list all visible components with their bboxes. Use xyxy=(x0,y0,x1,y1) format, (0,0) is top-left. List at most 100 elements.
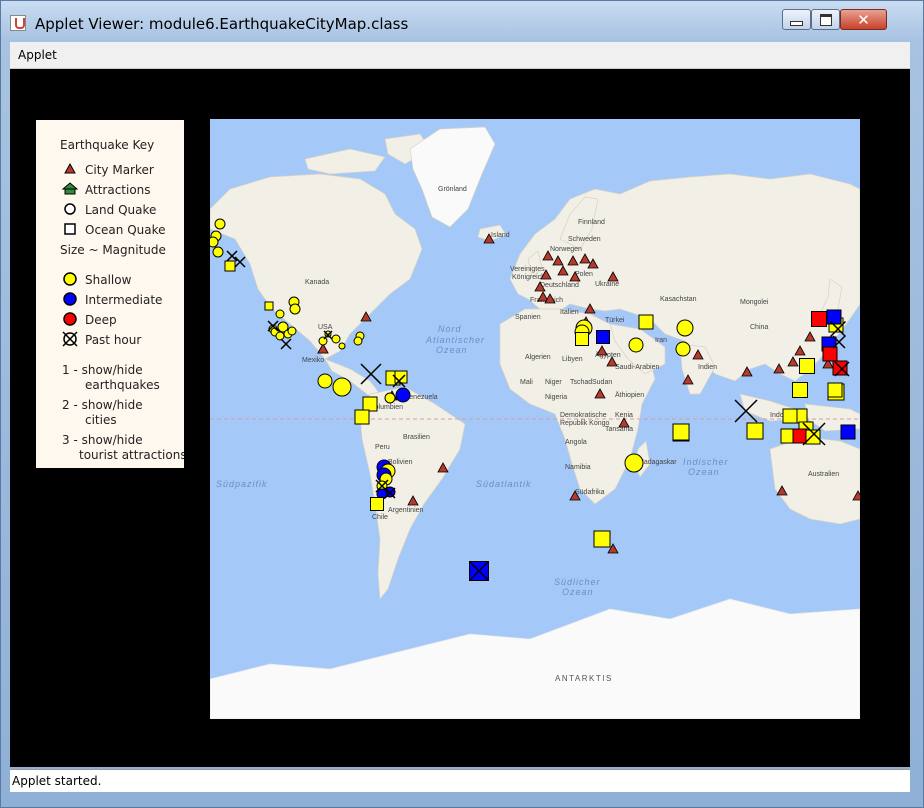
label-sudlicher-a: Südlicher xyxy=(554,577,601,587)
land-quake-marker[interactable] xyxy=(384,392,396,404)
land-quake-marker[interactable] xyxy=(275,309,285,319)
label-australien: Australien xyxy=(808,471,839,478)
maximize-button[interactable] xyxy=(811,9,840,30)
ocean-quake-marker[interactable] xyxy=(354,409,370,425)
ocean-quake-marker[interactable] xyxy=(792,382,808,398)
label-indien: Indien xyxy=(698,364,717,371)
legend-city-marker: City Marker xyxy=(85,163,154,177)
land-quake-marker[interactable] xyxy=(287,326,297,336)
label-sudan: Sudan xyxy=(592,379,612,386)
close-icon: ✕ xyxy=(857,10,870,29)
land-quake-marker[interactable] xyxy=(628,337,644,353)
label-drk-b: Republik Kongo xyxy=(560,420,610,427)
legend-key3: 3 - show/hide xyxy=(62,433,143,447)
world-map[interactable]: Grönland Island Schweden Finnland Norweg… xyxy=(210,119,860,719)
ocean-quake-marker[interactable] xyxy=(575,332,589,346)
ocean-quake-marker[interactable] xyxy=(362,396,378,412)
ocean-quake-marker[interactable] xyxy=(394,370,408,384)
ocean-quake-marker[interactable] xyxy=(826,309,842,325)
label-sudafrika: Südafrika xyxy=(575,489,605,496)
ocean-quake-marker[interactable] xyxy=(638,314,654,330)
ocean-quake-marker[interactable] xyxy=(224,260,236,272)
maximize-icon xyxy=(819,13,832,26)
land-quake-marker[interactable] xyxy=(331,334,341,344)
label-china: China xyxy=(750,324,768,331)
land-quake-marker[interactable] xyxy=(289,303,301,315)
minimize-button[interactable] xyxy=(782,9,811,30)
status-text: Applet started. xyxy=(12,774,102,788)
shallow-icon xyxy=(63,272,77,286)
label-schweden: Schweden xyxy=(568,236,601,243)
past-hour-icon xyxy=(62,331,78,347)
legend-key2-desc: cities xyxy=(85,413,117,427)
ocean-quake-marker[interactable] xyxy=(782,408,798,424)
label-antarktis: ANTARKTIS xyxy=(555,674,613,683)
land-quake-marker[interactable] xyxy=(317,373,333,389)
applet-canvas[interactable]: Earthquake Key City Marker Attractions L… xyxy=(10,69,910,767)
land-quake-marker[interactable] xyxy=(676,319,694,337)
label-angola: Angola xyxy=(565,439,587,446)
ocean-quake-marker[interactable] xyxy=(672,423,690,441)
label-algerien: Algerien xyxy=(525,354,551,361)
menu-applet[interactable]: Applet xyxy=(18,48,57,62)
earthquake-key-legend: Earthquake Key City Marker Attractions L… xyxy=(36,120,184,468)
label-peru: Peru xyxy=(375,444,390,451)
attraction-icon xyxy=(61,182,79,195)
land-quake-marker[interactable] xyxy=(210,236,219,248)
legend-past-hour: Past hour xyxy=(85,333,141,347)
land-quake-marker[interactable] xyxy=(675,341,691,357)
legend-shallow: Shallow xyxy=(85,273,132,287)
ocean-quake-marker[interactable] xyxy=(596,330,610,344)
label-namibia: Namibia xyxy=(565,464,591,471)
label-spanien: Spanien xyxy=(515,314,541,321)
label-mexiko: Mexiko xyxy=(302,357,324,364)
label-kasachstan: Kasachstan xyxy=(660,296,697,303)
status-bar: Applet started. xyxy=(10,769,910,792)
ocean-quake-marker[interactable] xyxy=(840,424,856,440)
ocean-quake-marker[interactable] xyxy=(799,358,815,374)
title-bar[interactable]: Applet Viewer: module6.EarthquakeCityMap… xyxy=(1,1,923,41)
close-button[interactable]: ✕ xyxy=(840,9,887,30)
label-usa: USA xyxy=(318,324,333,331)
legend-key1-desc: earthquakes xyxy=(85,378,160,392)
ocean-quake-marker[interactable] xyxy=(792,428,808,444)
land-quake-marker[interactable] xyxy=(353,336,363,346)
minimize-icon xyxy=(790,21,803,26)
ocean-quake-marker[interactable] xyxy=(264,301,274,311)
deep-icon xyxy=(63,312,77,326)
window-title: Applet Viewer: module6.EarthquakeCityMap… xyxy=(35,15,409,33)
land-quake-marker[interactable] xyxy=(212,246,224,258)
label-madagaskar: Madagaskar xyxy=(638,459,677,466)
label-indischer-a: Indischer xyxy=(683,457,729,467)
land-quake-marker[interactable] xyxy=(624,453,644,473)
ocean-quake-marker[interactable] xyxy=(822,346,838,362)
legend-ocean-quake: Ocean Quake xyxy=(85,223,166,237)
label-nord-c: Ozean xyxy=(436,345,468,355)
label-saudi: Saudi-Arabien xyxy=(615,364,659,371)
land-quake-marker[interactable] xyxy=(214,218,226,230)
label-mali: Mali xyxy=(520,379,533,386)
ocean-quake-marker[interactable] xyxy=(370,497,384,511)
label-brasilien: Brasilien xyxy=(403,434,430,441)
label-norwegen: Norwegen xyxy=(550,246,582,253)
ocean-quake-marker[interactable] xyxy=(746,422,764,440)
label-drk-a: Demokratische xyxy=(560,412,607,419)
land-quake-marker[interactable] xyxy=(332,377,352,397)
label-nord-b: Atlantischer xyxy=(425,335,485,345)
applet-viewer-window: Applet Viewer: module6.EarthquakeCityMap… xyxy=(0,0,924,808)
land-quake-marker[interactable] xyxy=(395,387,411,403)
intermediate-icon xyxy=(63,292,77,306)
legend-attractions: Attractions xyxy=(85,183,151,197)
legend-size: Size ~ Magnitude xyxy=(60,243,166,257)
label-chile: Chile xyxy=(372,514,388,521)
land-quake-marker[interactable] xyxy=(338,342,346,350)
label-indischer-b: Ozean xyxy=(688,467,720,477)
ocean-quake-marker[interactable] xyxy=(593,530,611,548)
ocean-quake-marker[interactable] xyxy=(811,311,827,327)
legend-deep: Deep xyxy=(85,313,117,327)
label-sudatlantik: Südatlantik xyxy=(476,479,532,489)
ocean-quake-icon xyxy=(64,223,76,235)
label-finnland: Finnland xyxy=(578,219,605,226)
land-quake-marker[interactable] xyxy=(275,331,285,341)
ocean-quake-marker[interactable] xyxy=(827,382,843,398)
